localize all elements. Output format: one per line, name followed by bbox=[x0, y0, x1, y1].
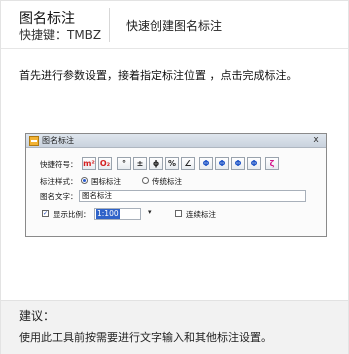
suggestion-panel: 建议： 使用此工具前按需要进行文字输入和其他标注设置。 bbox=[1, 300, 348, 354]
instruction-text: 首先进行参数设置，接着指定标注位置 ，点击完成标注。 bbox=[19, 69, 298, 82]
symbol-button-plusminus[interactable]: ± bbox=[133, 157, 147, 170]
tool-card: 图名标注 快捷键：TMBZ 快速创建图名标注 首先进行参数设置，接着指定标注位置… bbox=[0, 0, 349, 354]
dialog-titlebar[interactable]: 图名标注 x bbox=[26, 134, 326, 148]
header-divider bbox=[109, 8, 110, 42]
scale-value: 1:100 bbox=[96, 209, 120, 219]
symbol-button-steel-2[interactable]: Φ bbox=[215, 157, 229, 170]
symbol-button-steel-1[interactable]: Φ bbox=[199, 157, 213, 170]
symbol-button-degree[interactable]: ° bbox=[117, 157, 131, 170]
style-label: 标注样式： bbox=[40, 177, 78, 186]
continuous-label: 连续标注 bbox=[186, 210, 216, 219]
symbol-button-m2[interactable]: m² bbox=[82, 157, 96, 170]
app-icon bbox=[29, 136, 39, 146]
symbol-button-phi[interactable]: ϕ bbox=[149, 157, 163, 170]
symbol-button-zeta[interactable]: ζ bbox=[265, 157, 279, 170]
text-label: 图名文字： bbox=[40, 192, 78, 201]
annotation-dialog: 图名标注 x 快捷符号： m² O₂ ° ± ϕ % ∠ Φ Φ Φ Φ ζ 标… bbox=[25, 133, 327, 237]
show-scale-checkbox[interactable]: ✓ bbox=[42, 210, 49, 217]
style-radio-traditional[interactable] bbox=[142, 177, 149, 184]
suggestion-text: 使用此工具前按需要进行文字输入和其他标注设置。 bbox=[19, 331, 272, 344]
symbol-button-o2[interactable]: O₂ bbox=[98, 157, 112, 170]
symbol-button-steel-4[interactable]: Φ bbox=[247, 157, 261, 170]
scale-select[interactable]: 1:100 bbox=[94, 208, 141, 220]
style-option-traditional[interactable]: 传统标注 bbox=[152, 176, 182, 187]
symbol-button-percent[interactable]: % bbox=[165, 157, 179, 170]
tool-title: 图名标注 bbox=[19, 11, 75, 27]
symbol-button-angle[interactable]: ∠ bbox=[181, 157, 195, 170]
style-option-gb[interactable]: 国标标注 bbox=[91, 176, 121, 187]
symbol-button-steel-3[interactable]: Φ bbox=[231, 157, 245, 170]
tool-description: 快速创建图名标注 bbox=[126, 19, 223, 33]
close-icon[interactable]: x bbox=[309, 135, 323, 146]
header-rule bbox=[1, 48, 348, 49]
show-scale-label: 显示比例： bbox=[53, 210, 91, 219]
title-text-input[interactable]: 图名标注 bbox=[79, 190, 306, 202]
continuous-checkbox[interactable] bbox=[175, 210, 182, 217]
style-radio-gb[interactable] bbox=[81, 177, 88, 184]
tool-header: 图名标注 快捷键：TMBZ 快速创建图名标注 bbox=[1, 1, 348, 48]
tool-shortcut: 快捷键：TMBZ bbox=[19, 28, 102, 42]
shortcut-symbol-label: 快捷符号： bbox=[40, 160, 78, 169]
chevron-down-icon[interactable]: ▾ bbox=[148, 208, 152, 216]
suggestion-title: 建议： bbox=[19, 309, 56, 323]
dialog-title: 图名标注 bbox=[42, 136, 74, 145]
